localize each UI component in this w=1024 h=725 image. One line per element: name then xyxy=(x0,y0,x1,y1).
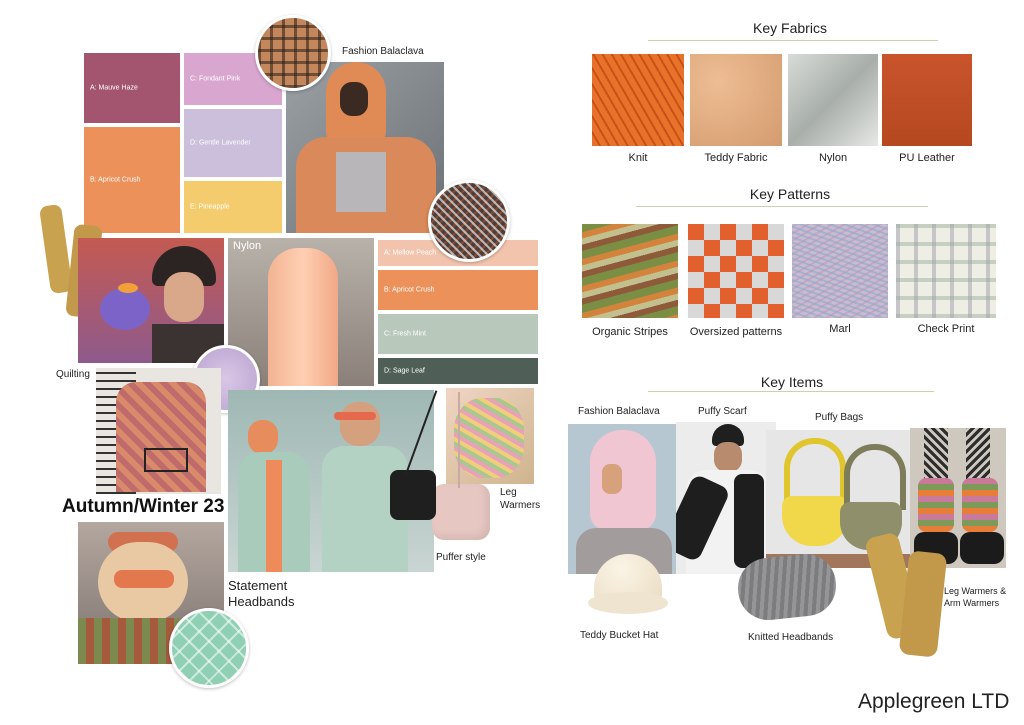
knitted-headband xyxy=(735,551,839,623)
key-items-rule xyxy=(648,391,934,392)
oversized-pattern-swatch xyxy=(688,224,784,318)
swatch-label: E: Pineapple xyxy=(190,203,230,211)
leg-warmers-label: Leg Warmers xyxy=(500,487,541,511)
item-label-bags: Puffy Bags xyxy=(815,412,864,423)
nylon-swatch xyxy=(788,54,878,146)
swatch-label: C: Fresh Mint xyxy=(384,330,427,338)
balaclava-photo xyxy=(286,62,444,233)
pattern-caption-marl: Marl xyxy=(829,323,851,335)
key-patterns-rule xyxy=(636,206,928,207)
swatch-fresh-mint: C: Fresh Mint xyxy=(378,314,538,354)
swatch-label: B: Apricot Crush xyxy=(384,286,435,294)
key-items-heading: Key Items xyxy=(760,374,824,390)
leather-swatch xyxy=(882,54,972,146)
plaid-fabric-swatch xyxy=(255,15,331,91)
swatch-gentle-lavender: D: Gentle Lavender xyxy=(184,109,282,177)
swatch-label: B: Apricot Crush xyxy=(90,176,141,184)
swatch-apricot-crush-2: B: Apricot Crush xyxy=(378,270,538,310)
fabric-caption-teddy: Teddy Fabric xyxy=(704,152,768,164)
brand-name: Applegreen LTD xyxy=(858,690,1010,713)
swatch-label: C: Fondant Pink xyxy=(190,75,241,83)
item-label-headbands: Knitted Headbands xyxy=(748,632,834,643)
item-label-balaclava: Fashion Balaclava xyxy=(578,406,660,417)
bucket-hat-photo xyxy=(78,238,224,363)
pattern-caption-oversized: Oversized patterns xyxy=(689,326,783,338)
fabric-caption-nylon: Nylon xyxy=(818,152,848,164)
check-print-swatch xyxy=(896,224,996,318)
puffer-bag-illustration xyxy=(432,484,490,540)
fabric-caption-knit: Knit xyxy=(628,152,648,164)
pattern-caption-check: Check Print xyxy=(917,323,975,335)
swatch-label: D: Gentle Lavender xyxy=(190,139,251,147)
swatch-apricot-crush: B: Apricot Crush xyxy=(84,127,180,233)
marl-swatch xyxy=(792,224,888,318)
swatch-mauve-haze: A: Mauve Haze xyxy=(84,53,180,123)
knit-swatch xyxy=(592,54,684,146)
item-label-scarf: Puffy Scarf xyxy=(698,406,747,417)
key-fabrics-rule xyxy=(648,40,938,41)
quilting-photo xyxy=(96,368,221,494)
statement-headbands-label: Statement Headbands xyxy=(228,578,295,609)
tweed-fabric-swatch xyxy=(428,180,510,262)
swatch-label: A: Mauve Haze xyxy=(90,84,138,92)
nylon-label: Nylon xyxy=(233,240,262,252)
teddy-bucket-hat-brim xyxy=(588,592,668,614)
organic-stripes-swatch xyxy=(582,224,678,318)
puffer-style-label: Puffer style xyxy=(436,552,486,563)
balaclava-label: Fashion Balaclava xyxy=(342,46,424,57)
teddy-swatch xyxy=(690,54,782,146)
swatch-label: A: Mellow Peach xyxy=(384,249,437,257)
puffy-scarf-photo xyxy=(676,422,776,574)
key-fabrics-heading: Key Fabrics xyxy=(753,20,827,36)
key-patterns-heading: Key Patterns xyxy=(749,186,831,202)
swatch-sage-leaf: D: Sage Leaf xyxy=(378,358,538,384)
item-label-leg-arm: Leg Warmers & Arm Warmers xyxy=(944,586,1007,608)
mint-quilt-swatch xyxy=(169,608,249,688)
item-label-bucket-hat: Teddy Bucket Hat xyxy=(580,630,659,641)
pink-balaclava-photo xyxy=(568,424,678,574)
season-title: Autumn/Winter 23 xyxy=(62,496,225,517)
leg-warmers-boots-photo xyxy=(910,428,1006,568)
swatch-label: D: Sage Leaf xyxy=(384,367,425,375)
pattern-caption-organic: Organic Stripes xyxy=(592,326,668,338)
swatch-pineapple: E: Pineapple xyxy=(184,181,282,233)
quilting-label: Quilting xyxy=(56,369,90,380)
black-bag-illustration xyxy=(390,470,436,520)
fabric-caption-leather: PU Leather xyxy=(899,152,955,164)
